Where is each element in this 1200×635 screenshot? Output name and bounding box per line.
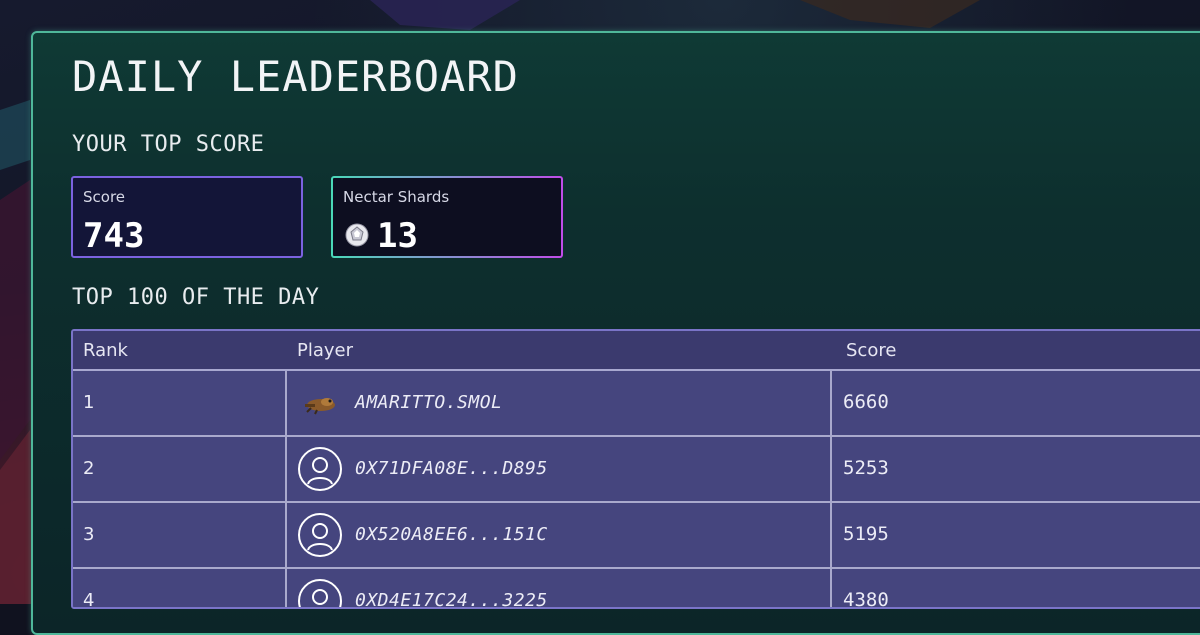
score-cell: 4380	[843, 589, 889, 609]
nectar-shards-value: 13	[377, 216, 418, 256]
leaderboard-table: Rank Player Score 1 AMARITTO.SMOL 6660 2	[71, 329, 1200, 609]
player-name: 0XD4E17C24...3225	[355, 590, 548, 609]
rank-cell: 4	[83, 590, 95, 609]
column-divider	[285, 569, 287, 607]
column-divider	[285, 503, 287, 567]
nectar-shard-icon	[345, 223, 369, 247]
score-cell: 5195	[843, 523, 889, 545]
table-row[interactable]: 1 AMARITTO.SMOL 6660	[73, 371, 1200, 437]
column-divider	[285, 371, 287, 435]
player-name: 0X71DFA08E...D895	[355, 458, 548, 479]
your-top-score-heading: YOUR TOP SCORE	[72, 132, 265, 157]
top-100-heading: TOP 100 OF THE DAY	[72, 285, 320, 310]
table-row[interactable]: 4 0XD4E17C24...3225 4380	[73, 569, 1200, 609]
column-header-score: Score	[846, 340, 897, 361]
rank-cell: 3	[83, 524, 95, 545]
column-divider	[285, 437, 287, 501]
nectar-shards-label: Nectar Shards	[343, 188, 450, 206]
column-divider	[830, 503, 832, 567]
column-header-player: Player	[297, 340, 354, 361]
rank-cell: 1	[83, 392, 95, 413]
column-divider	[830, 569, 832, 607]
table-row[interactable]: 2 0X71DFA08E...D895 5253	[73, 437, 1200, 503]
default-user-icon	[297, 512, 343, 558]
column-divider	[830, 371, 832, 435]
character-avatar	[297, 380, 343, 426]
rank-cell: 2	[83, 458, 95, 479]
nectar-shards-card: Nectar Shards 13	[331, 176, 563, 258]
player-name: AMARITTO.SMOL	[355, 392, 503, 413]
default-user-icon	[297, 578, 343, 607]
player-name: 0X520A8EE6...151C	[355, 524, 548, 545]
score-cell: 6660	[843, 391, 889, 413]
score-cell: 5253	[843, 457, 889, 479]
table-row[interactable]: 3 0X520A8EE6...151C 5195	[73, 503, 1200, 569]
table-header: Rank Player Score	[73, 331, 1200, 371]
score-card: Score 743	[71, 176, 303, 258]
score-value: 743	[83, 216, 145, 256]
score-label: Score	[83, 188, 126, 206]
column-header-rank: Rank	[83, 340, 128, 361]
default-user-icon	[297, 446, 343, 492]
page-title: DAILY LEADERBOARD	[72, 52, 519, 101]
column-divider	[830, 437, 832, 501]
